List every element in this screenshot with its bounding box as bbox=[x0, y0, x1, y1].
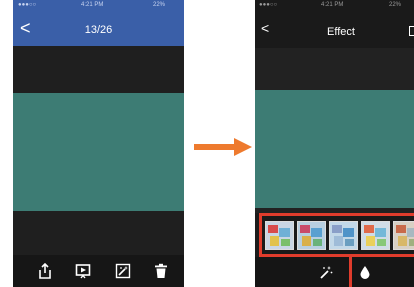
right-phone-screen: ●●●○○ 4:21 PM 22% < Effect bbox=[255, 0, 414, 287]
battery-indicator: 22% bbox=[389, 2, 402, 8]
filter-preview-image bbox=[266, 222, 293, 249]
battery-indicator: 22% bbox=[153, 2, 166, 8]
nav-bar: < 13/26 bbox=[13, 13, 184, 46]
save-icon[interactable] bbox=[409, 26, 414, 36]
status-time: 4:21 PM bbox=[81, 2, 104, 8]
filter-preview-image bbox=[394, 222, 414, 249]
filter-preview-image bbox=[330, 222, 357, 249]
share-icon[interactable] bbox=[37, 263, 53, 279]
effect-title: Effect bbox=[327, 26, 355, 38]
trash-icon[interactable] bbox=[153, 263, 169, 279]
page-counter-title: 13/26 bbox=[84, 24, 113, 36]
slideshow-icon[interactable] bbox=[75, 263, 91, 279]
filter-thumbnail[interactable] bbox=[393, 221, 414, 250]
photo-top-margin bbox=[255, 48, 414, 90]
filter-preview-image bbox=[298, 222, 325, 249]
water-drop-icon[interactable] bbox=[357, 264, 373, 280]
photo-bottom-margin bbox=[13, 211, 184, 255]
nav-bar: < Effect bbox=[255, 13, 414, 48]
highlight-connector bbox=[349, 257, 352, 287]
status-bar: ●●●○○ 4:21 PM 22% bbox=[13, 0, 184, 13]
status-time: 4:21 PM bbox=[321, 2, 344, 8]
photo-preview bbox=[255, 90, 414, 208]
bottom-toolbar bbox=[13, 255, 184, 287]
photo-top-margin bbox=[13, 46, 184, 93]
filter-thumbnail[interactable] bbox=[297, 221, 326, 250]
status-bar: ●●●○○ 4:21 PM 22% bbox=[255, 0, 414, 13]
effect-toolbar bbox=[255, 257, 414, 287]
back-chevron-icon[interactable]: < bbox=[261, 19, 269, 37]
filter-thumbnail[interactable] bbox=[265, 221, 294, 250]
filter-strip bbox=[259, 213, 414, 257]
filter-thumbnail[interactable] bbox=[361, 221, 390, 250]
signal-indicator: ●●●○○ bbox=[18, 2, 37, 8]
signal-indicator: ●●●○○ bbox=[259, 2, 278, 8]
magic-effect-icon[interactable] bbox=[115, 263, 131, 279]
transition-arrow-icon bbox=[194, 138, 252, 156]
left-phone-screen: ●●●○○ 4:21 PM 22% < 13/26 bbox=[13, 0, 184, 287]
photo-view[interactable] bbox=[13, 93, 184, 211]
magic-wand-icon[interactable] bbox=[318, 264, 334, 280]
filter-thumbnail[interactable] bbox=[329, 221, 358, 250]
filter-preview-image bbox=[362, 222, 389, 249]
